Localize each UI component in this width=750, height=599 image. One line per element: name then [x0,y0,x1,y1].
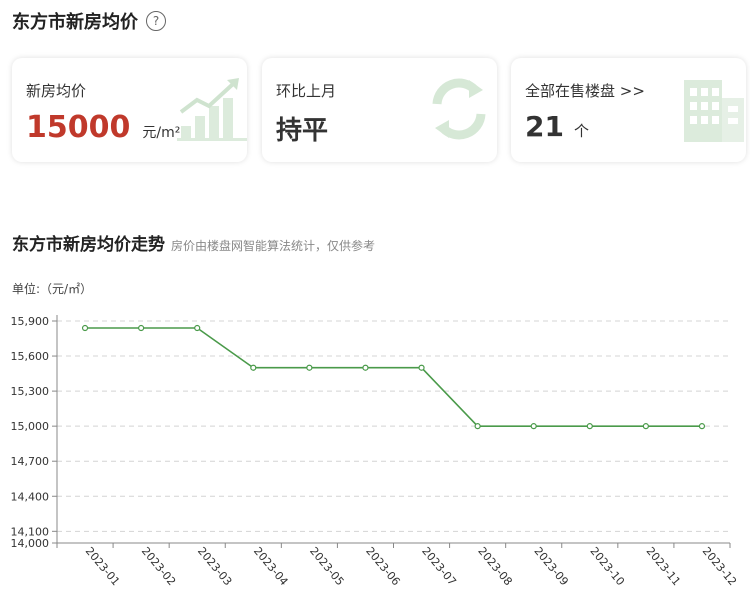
listings-count-unit: 个 [573,122,589,140]
y-tick-label: 14,000 [11,537,50,550]
mom-change-label: 环比上月 [276,82,337,100]
x-tick-label: 2023-01 [83,545,123,589]
data-point [586,423,593,430]
y-unit-label: 单位:（元/㎡） [12,282,93,296]
data-point [306,364,313,371]
all-listings-card[interactable]: 全部在售楼盘 >> 21 个 [511,58,746,162]
building-icon [684,80,744,142]
avg-price-value: 15000 [26,110,131,145]
page-title-text: 东方市新房均价 [12,12,138,33]
refresh-cycle-icon [432,78,486,140]
mom-change-card: 环比上月 持平 [262,58,497,162]
data-point [362,364,369,371]
trend-title: 东方市新房均价走势 [12,235,165,255]
price-line [85,327,702,427]
x-tick-label: 2023-12 [700,545,740,589]
x-tick-label: 2023-04 [251,545,291,589]
data-point [418,364,425,371]
y-tick-label: 14,700 [11,455,50,468]
y-tick-label: 14,100 [11,525,50,538]
x-tick-label: 2023-09 [531,545,571,589]
page-title: 东方市新房均价 ? [12,8,166,34]
data-point [698,423,706,430]
data-point [250,364,257,371]
data-point [138,324,145,332]
data-point [194,324,201,332]
rising-bar-chart-icon [177,78,247,141]
x-tick-label: 2023-10 [587,545,627,589]
x-tick-label: 2023-07 [419,545,459,589]
trend-section-title: 东方市新房均价走势 房价由楼盘网智能算法统计，仅供参考 [12,230,375,255]
avg-price-card: 新房均价 15000 元/m² [12,58,247,162]
all-listings-link[interactable]: 全部在售楼盘 >> [525,80,645,101]
y-tick-label: 14,400 [11,490,50,503]
listings-count: 21 [525,110,564,143]
y-tick-label: 15,600 [11,350,50,363]
avg-price-label: 新房均价 [26,82,87,100]
question-circle-icon[interactable]: ? [146,11,166,31]
x-tick-label: 2023-03 [195,545,235,589]
y-tick-label: 15,300 [11,385,50,398]
x-tick-label: 2023-02 [139,545,179,589]
mom-change-value: 持平 [276,116,329,146]
data-point [530,423,537,430]
y-tick-label: 15,900 [11,315,50,328]
trend-note: 房价由楼盘网智能算法统计，仅供参考 [171,239,376,253]
data-point [474,423,481,430]
x-tick-label: 2023-11 [644,545,684,589]
x-tick-label: 2023-08 [475,545,515,589]
data-point [81,324,89,332]
x-tick-label: 2023-05 [307,545,347,589]
price-trend-chart: 14,00014,100 14,400 14,700 15,000 15,300 15,6… [11,315,740,589]
x-tick-label: 2023-06 [363,545,403,589]
data-point [642,423,649,430]
avg-price-unit: 元/m² [142,125,181,141]
y-tick-label: 15,000 [11,420,50,433]
